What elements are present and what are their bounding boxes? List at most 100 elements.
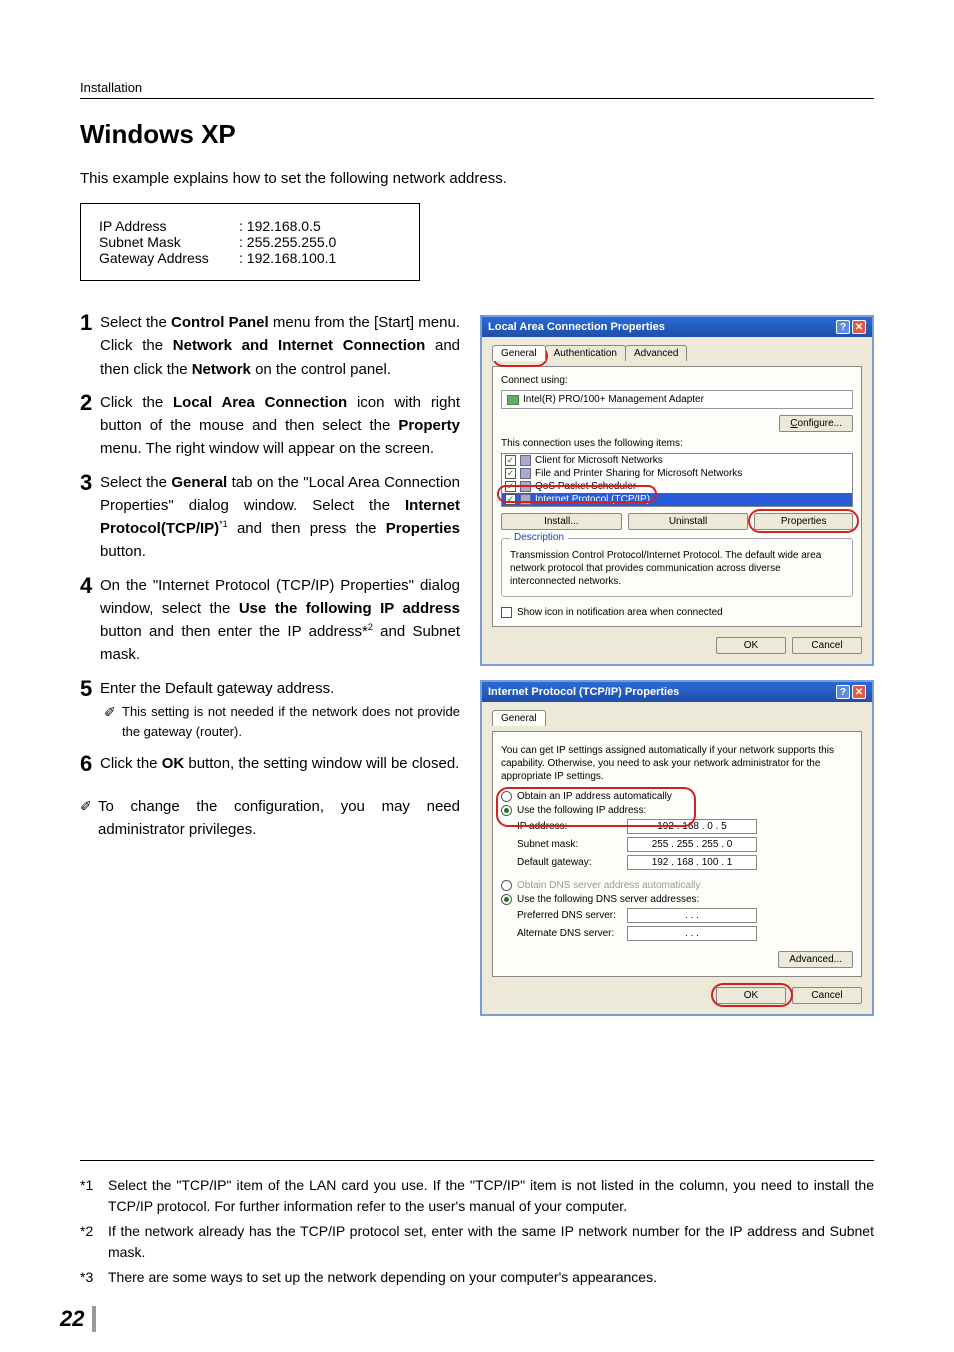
dialog-title: Local Area Connection Properties (488, 321, 665, 333)
install-button[interactable]: Install... (501, 513, 622, 530)
footnote-text: If the network already has the TCP/IP pr… (108, 1221, 874, 1263)
dns-auto-label: Obtain DNS server address automatically (517, 880, 700, 891)
cancel-button[interactable]: Cancel (792, 637, 862, 654)
uninstall-button[interactable]: Uninstall (628, 513, 749, 530)
lan-properties-dialog: Local Area Connection Properties ? ✕ Gen… (480, 315, 874, 666)
addr-label: Gateway Address (99, 250, 239, 266)
list-item[interactable]: QoS Packet Scheduler (535, 481, 636, 492)
tab-advanced[interactable]: Advanced (625, 345, 687, 361)
step-body: Click the Local Area Connection icon wit… (100, 391, 460, 461)
radio-icon[interactable] (501, 805, 512, 816)
dns-use-label: Use the following DNS server addresses: (517, 894, 699, 905)
step-note: This setting is not needed if the networ… (122, 702, 460, 742)
step-number: 2 (80, 391, 100, 461)
addr-value: 192.168.100.1 (239, 250, 336, 266)
address-box: IP Address192.168.0.5 Subnet Mask255.255… (80, 203, 420, 281)
show-icon-label: Show icon in notification area when conn… (517, 607, 723, 618)
tab-general[interactable]: General (492, 710, 546, 726)
obtain-auto-label: Obtain an IP address automatically (517, 791, 672, 802)
connect-using-label: Connect using: (501, 375, 853, 386)
tcpip-properties-dialog: Internet Protocol (TCP/IP) Properties ? … (480, 680, 874, 1016)
gateway-label: Default gateway: (517, 857, 627, 868)
alt-dns-input[interactable]: . . . (627, 926, 757, 941)
dialog-tabs: General Authentication Advanced (492, 345, 862, 361)
step-number: 4 (80, 574, 100, 667)
alt-dns-label: Alternate DNS server: (517, 928, 627, 939)
intro-text: This example explains how to set the fol… (80, 170, 874, 187)
tab-general[interactable]: General (492, 345, 546, 361)
pref-dns-input[interactable]: . . . (627, 908, 757, 923)
step-number: 1 (80, 311, 100, 381)
dialog-title: Internet Protocol (TCP/IP) Properties (488, 686, 679, 698)
footnote-label: *3 (80, 1267, 108, 1288)
radio-icon (501, 880, 512, 891)
help-icon[interactable]: ? (836, 320, 850, 334)
footnote-text: There are some ways to set up the networ… (108, 1267, 657, 1288)
checkbox-icon[interactable]: ✓ (505, 481, 516, 492)
step-body: Click the OK button, the setting window … (100, 752, 460, 776)
configure-button[interactable]: CConfigure...onfigure... (779, 415, 853, 432)
hand-note-icon: ✐ (104, 702, 122, 742)
service-icon (520, 481, 531, 492)
step-number: 5 (80, 677, 100, 743)
adapter-name: Intel(R) PRO/100+ Management Adapter (523, 394, 704, 405)
subnet-input[interactable]: 255 . 255 . 255 . 0 (627, 837, 757, 852)
hand-note-icon: ✐ (80, 796, 98, 841)
close-icon[interactable]: ✕ (852, 320, 866, 334)
footnote-text: Select the "TCP/IP" item of the LAN card… (108, 1175, 874, 1217)
description-text: Transmission Control Protocol/Internet P… (510, 549, 844, 588)
step-number: 3 (80, 471, 100, 564)
help-icon[interactable]: ? (836, 685, 850, 699)
step-body: Select the Control Panel menu from the [… (100, 311, 460, 381)
addr-value: 192.168.0.5 (239, 218, 321, 234)
nic-icon (507, 395, 519, 405)
radio-icon[interactable] (501, 791, 512, 802)
page-title: Windows XP (80, 119, 874, 150)
ok-button[interactable]: OK (716, 637, 786, 654)
list-item-selected[interactable]: Internet Protocol (TCP/IP) (535, 494, 650, 505)
close-icon[interactable]: ✕ (852, 685, 866, 699)
protocol-icon (520, 494, 531, 505)
ok-button[interactable]: OK (716, 987, 786, 1004)
footnote-label: *2 (80, 1221, 108, 1263)
service-icon (520, 455, 531, 466)
tab-authentication[interactable]: Authentication (545, 345, 626, 361)
dialog-titlebar[interactable]: Local Area Connection Properties ? ✕ (482, 317, 872, 337)
tcpip-blurb: You can get IP settings assigned automat… (501, 744, 853, 783)
advanced-button[interactable]: Advanced... (778, 951, 853, 968)
gateway-input[interactable]: 192 . 168 . 100 . 1 (627, 855, 757, 870)
step-body: Enter the Default gateway address. ✐ Thi… (100, 677, 460, 743)
adapter-field: Intel(R) PRO/100+ Management Adapter (501, 390, 853, 409)
footnote-label: *1 (80, 1175, 108, 1217)
step-number: 6 (80, 752, 100, 776)
ip-address-label: IP address: (517, 821, 627, 832)
service-icon (520, 468, 531, 479)
footnotes: *1Select the "TCP/IP" item of the LAN ca… (80, 1160, 874, 1292)
addr-label: Subnet Mask (99, 234, 239, 250)
properties-button[interactable]: Properties (754, 513, 853, 530)
page-number: 22 (60, 1306, 84, 1332)
list-item[interactable]: Client for Microsoft Networks (535, 455, 663, 466)
checkbox-icon[interactable]: ✓ (505, 468, 516, 479)
admin-note: To change the configuration, you may nee… (98, 796, 460, 841)
list-item[interactable]: File and Printer Sharing for Microsoft N… (535, 468, 742, 479)
step-body: Select the General tab on the "Local Are… (100, 471, 460, 564)
page-divider (92, 1306, 96, 1332)
description-group: Description Transmission Control Protoco… (501, 538, 853, 597)
dialog-titlebar[interactable]: Internet Protocol (TCP/IP) Properties ? … (482, 682, 872, 702)
checkbox-icon[interactable]: ✓ (505, 455, 516, 466)
ip-address-input[interactable]: 192 . 168 . 0 . 5 (627, 819, 757, 834)
addr-label: IP Address (99, 218, 239, 234)
section-header: Installation (80, 80, 874, 99)
radio-icon[interactable] (501, 894, 512, 905)
items-label: This connection uses the following items… (501, 438, 853, 449)
description-title: Description (510, 532, 568, 543)
cancel-button[interactable]: Cancel (792, 987, 862, 1004)
checkbox-icon[interactable]: ✓ (501, 607, 512, 618)
addr-value: 255.255.255.0 (239, 234, 336, 250)
items-list[interactable]: ✓ Client for Microsoft Networks ✓ File and… (501, 453, 853, 507)
checkbox-icon[interactable]: ✓ (505, 494, 516, 505)
subnet-label: Subnet mask: (517, 839, 627, 850)
use-following-label: Use the following IP address: (517, 805, 646, 816)
step-body: On the "Internet Protocol (TCP/IP) Prope… (100, 574, 460, 667)
